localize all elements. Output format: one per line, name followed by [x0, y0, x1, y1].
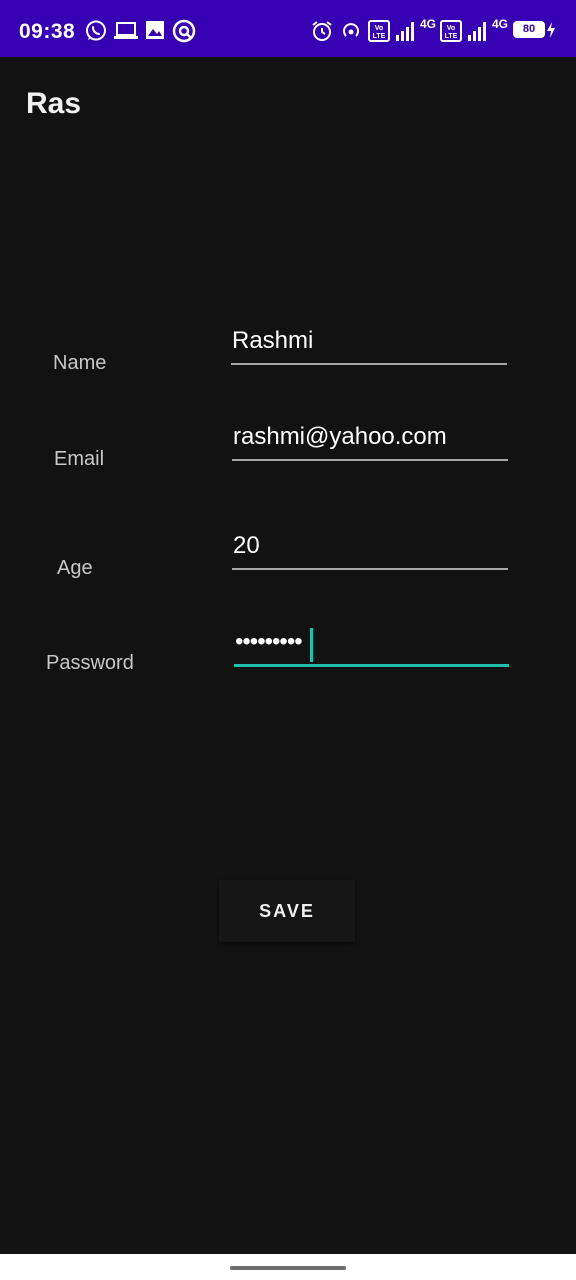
battery-icon: 80	[513, 21, 545, 38]
status-time: 09:38	[19, 20, 76, 43]
network-type-label: 4G	[492, 17, 509, 31]
text-cursor	[310, 628, 313, 662]
age-field[interactable]: 20	[232, 531, 508, 570]
signal-icon	[396, 22, 414, 41]
password-field-value: •••••••••	[235, 628, 303, 655]
app-notification-icon	[172, 19, 196, 43]
hotspot-icon	[343, 23, 359, 37]
svg-text:LTE: LTE	[373, 33, 386, 40]
status-bar: 09:38 Vo LTE 4G Vo LTE 4G 80	[0, 0, 576, 57]
network-type-label: 4G	[420, 17, 437, 31]
volte-icon: Vo LTE	[368, 20, 390, 42]
svg-text:LTE: LTE	[445, 33, 458, 40]
email-field-value: rashmi@yahoo.com	[233, 423, 447, 450]
name-label: Name	[53, 352, 107, 374]
password-label: Password	[46, 652, 134, 674]
signal-icon	[468, 22, 486, 41]
alarm-icon	[312, 21, 332, 41]
save-button[interactable]: SAVE	[219, 880, 355, 942]
charging-icon	[547, 22, 555, 38]
app-bar: Ras	[0, 57, 576, 153]
age-field-value: 20	[233, 532, 260, 559]
home-gesture-handle[interactable]	[230, 1266, 346, 1270]
whatsapp-icon	[86, 20, 106, 41]
battery-level: 80	[522, 23, 536, 35]
laptop-icon	[114, 22, 138, 39]
email-field[interactable]: rashmi@yahoo.com	[232, 422, 508, 461]
image-icon	[146, 21, 164, 39]
password-field[interactable]: •••••••••	[234, 626, 509, 667]
volte-icon: Vo LTE	[440, 20, 462, 42]
app-title: Ras	[26, 87, 82, 120]
navigation-bar	[0, 1254, 576, 1280]
svg-text:Vo: Vo	[375, 25, 383, 32]
name-field-value: Rashmi	[232, 327, 314, 354]
svg-text:Vo: Vo	[447, 25, 455, 32]
email-label: Email	[54, 448, 105, 470]
age-label: Age	[57, 557, 93, 579]
name-field[interactable]: Rashmi	[231, 326, 507, 365]
